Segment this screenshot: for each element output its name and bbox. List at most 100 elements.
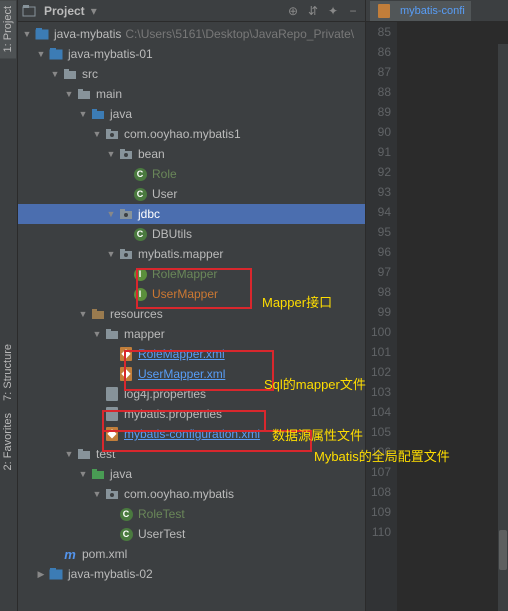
editor-content[interactable]: [398, 22, 508, 611]
tree-label: mapper: [124, 327, 165, 341]
line-number: 100: [366, 322, 397, 342]
tree-row[interactable]: ▼java-mybatisC:\Users\5161\Desktop\JavaR…: [18, 24, 365, 44]
tree-label: UserMapper.xml: [138, 367, 225, 381]
tree-row[interactable]: ◆ RoleMapper.xml: [18, 344, 365, 364]
expand-arrow-icon[interactable]: ▼: [106, 249, 116, 259]
editor-tab-mybatis[interactable]: mybatis-confi: [370, 1, 471, 21]
folder-icon: [62, 66, 78, 82]
class-c-icon: C: [132, 186, 148, 202]
line-number: 95: [366, 222, 397, 242]
line-number: 106: [366, 442, 397, 462]
tree-row[interactable]: C User: [18, 184, 365, 204]
line-number: 90: [366, 122, 397, 142]
expand-arrow-icon[interactable]: ▼: [36, 49, 46, 59]
package-icon: [104, 486, 120, 502]
line-number: 89: [366, 102, 397, 122]
tree-row[interactable]: ▶java-mybatis-02: [18, 564, 365, 584]
tree-row[interactable]: ▼ jdbc: [18, 204, 365, 224]
expand-arrow-icon[interactable]: ▼: [64, 449, 74, 459]
tree-row[interactable]: ▼main: [18, 84, 365, 104]
project-tree[interactable]: ▼java-mybatisC:\Users\5161\Desktop\JavaR…: [18, 22, 365, 611]
tree-row[interactable]: CDBUtils: [18, 224, 365, 244]
collapse-icon[interactable]: ⇵: [305, 3, 321, 19]
editor-body: 8586878889909192939495969798991001011021…: [366, 22, 508, 611]
expand-arrow-icon[interactable]: ▼: [92, 329, 102, 339]
expand-arrow-icon[interactable]: ▼: [78, 109, 88, 119]
tree-row[interactable]: CRole: [18, 164, 365, 184]
sidebar-tab-structure[interactable]: 7: Structure: [0, 338, 16, 407]
expand-arrow-icon[interactable]: ▼: [78, 309, 88, 319]
expand-arrow-icon[interactable]: ▼: [106, 209, 116, 219]
xml-icon: ◆: [118, 346, 134, 362]
line-number: 86: [366, 42, 397, 62]
hide-icon[interactable]: −: [345, 3, 361, 19]
module-icon: [34, 26, 50, 42]
scroll-thumb[interactable]: [499, 530, 507, 570]
tree-row[interactable]: CRoleTest: [18, 504, 365, 524]
tree-row[interactable]: ▼ com.ooyhao.mybatis1: [18, 124, 365, 144]
expand-arrow-icon[interactable]: ▼: [22, 29, 32, 39]
tree-row[interactable]: ◆mybatis-configuration.xml: [18, 424, 365, 444]
tree-row[interactable]: log4j.properties: [18, 384, 365, 404]
class-c-icon: C: [118, 506, 134, 522]
scrollbar[interactable]: [498, 44, 508, 611]
expand-arrow-icon[interactable]: ▼: [64, 89, 74, 99]
tree-row[interactable]: IUserMapper: [18, 284, 365, 304]
sidebar-tab-favorites[interactable]: 2: Favorites: [0, 407, 16, 476]
tree-label: User: [152, 187, 177, 201]
package-icon: [104, 126, 120, 142]
expand-arrow-icon[interactable]: ▶: [36, 569, 46, 580]
tree-row[interactable]: mpom.xml: [18, 544, 365, 564]
tree-row[interactable]: ▼ src: [18, 64, 365, 84]
tree-row[interactable]: mybatis.properties: [18, 404, 365, 424]
tree-row[interactable]: ▼test: [18, 444, 365, 464]
module-icon: [48, 566, 64, 582]
tree-row[interactable]: ▼java-mybatis-01: [18, 44, 365, 64]
sidebar-tab-project[interactable]: 1: Project: [0, 0, 16, 58]
panel-header: Project ▾ ⊕ ⇵ ✦ −: [18, 0, 365, 22]
tree-label: com.ooyhao.mybatis1: [124, 127, 241, 141]
tree-label: mybatis.properties: [124, 407, 222, 421]
tree-label: jdbc: [138, 207, 160, 221]
xml-icon: ◆: [104, 426, 120, 442]
tree-label: RoleMapper.xml: [138, 347, 225, 361]
line-number: 93: [366, 182, 397, 202]
tree-row[interactable]: ◆UserMapper.xml: [18, 364, 365, 384]
expand-arrow-icon[interactable]: ▼: [92, 129, 102, 139]
expand-arrow-icon[interactable]: ▼: [50, 69, 60, 79]
tree-row[interactable]: ▼resources: [18, 304, 365, 324]
expand-arrow-icon[interactable]: ▼: [92, 489, 102, 499]
svg-text:◆: ◆: [121, 347, 131, 360]
settings-icon[interactable]: ✦: [325, 3, 341, 19]
line-number: 103: [366, 382, 397, 402]
class-c-icon: C: [118, 526, 134, 542]
project-panel: Project ▾ ⊕ ⇵ ✦ − ▼java-mybatisC:\Users\…: [18, 0, 366, 611]
tree-label: java: [110, 107, 132, 121]
tree-row[interactable]: ▼com.ooyhao.mybatis: [18, 484, 365, 504]
tree-row[interactable]: CUserTest: [18, 524, 365, 544]
src-folder-icon: [90, 106, 106, 122]
tab-label: mybatis-confi: [400, 5, 465, 17]
folder-icon: [76, 446, 92, 462]
tree-label: java-mybatis: [54, 27, 121, 41]
line-number: 105: [366, 422, 397, 442]
tree-row[interactable]: ▼mybatis.mapper: [18, 244, 365, 264]
tree-row[interactable]: ▼ java: [18, 104, 365, 124]
expand-arrow-icon[interactable]: ▼: [78, 469, 88, 479]
tree-row[interactable]: IRoleMapper: [18, 264, 365, 284]
panel-title: Project: [44, 4, 85, 18]
tree-label: src: [82, 67, 98, 81]
target-icon[interactable]: ⊕: [285, 3, 301, 19]
line-number: 96: [366, 242, 397, 262]
xml-file-icon: [376, 3, 392, 19]
res-folder-icon: [90, 306, 106, 322]
tree-row[interactable]: ▼bean: [18, 144, 365, 164]
class-i-icon: I: [132, 266, 148, 282]
tree-row[interactable]: ▼java: [18, 464, 365, 484]
line-number: 107: [366, 462, 397, 482]
tree-row[interactable]: ▼ mapper: [18, 324, 365, 344]
dropdown-icon[interactable]: ▾: [91, 4, 97, 18]
line-number: 91: [366, 142, 397, 162]
expand-arrow-icon[interactable]: ▼: [106, 149, 116, 159]
line-number: 97: [366, 262, 397, 282]
